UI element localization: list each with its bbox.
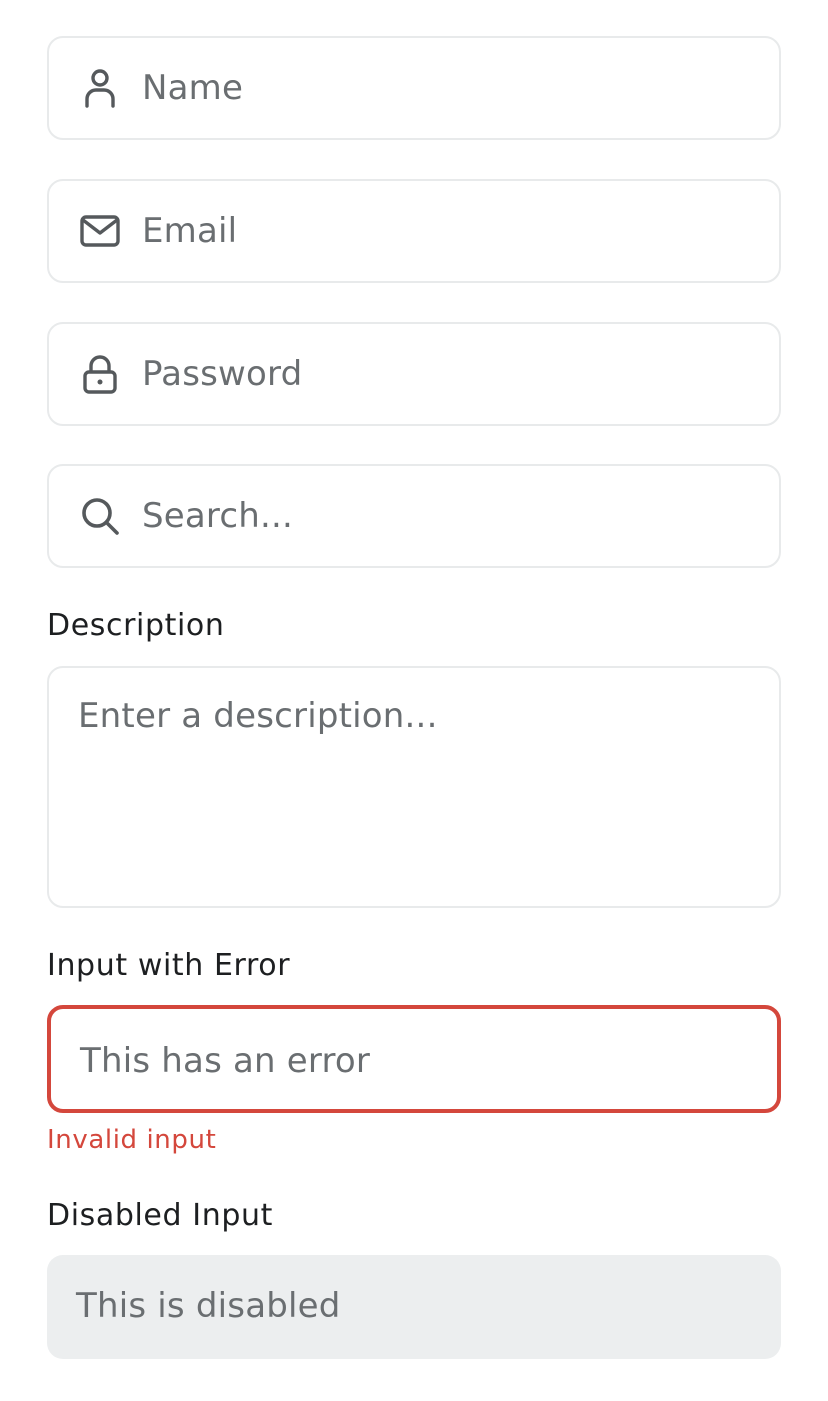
disabled-input-label: Disabled Input (47, 1198, 273, 1233)
search-placeholder: Search... (142, 496, 294, 536)
error-message: Invalid input (47, 1125, 217, 1155)
error-input-label: Input with Error (47, 948, 291, 983)
description-textarea[interactable]: Enter a description... (47, 666, 781, 908)
user-icon (79, 67, 121, 109)
disabled-input: This is disabled (47, 1255, 781, 1359)
lock-icon (79, 353, 121, 395)
password-placeholder: Password (142, 354, 303, 394)
disabled-input-value: This is disabled (76, 1286, 341, 1326)
search-input[interactable]: Search... (47, 464, 781, 568)
form-page: Name Email Password Search... Descriptio… (0, 0, 828, 1401)
password-input[interactable]: Password (47, 322, 781, 426)
mail-icon (79, 210, 121, 252)
error-input-value: This has an error (80, 1041, 371, 1081)
email-input[interactable]: Email (47, 179, 781, 283)
name-placeholder: Name (142, 68, 244, 108)
description-placeholder: Enter a description... (78, 696, 438, 736)
search-icon (79, 495, 121, 537)
name-input[interactable]: Name (47, 36, 781, 140)
email-placeholder: Email (142, 211, 238, 251)
description-label: Description (47, 608, 225, 643)
error-input[interactable]: This has an error (47, 1005, 781, 1113)
